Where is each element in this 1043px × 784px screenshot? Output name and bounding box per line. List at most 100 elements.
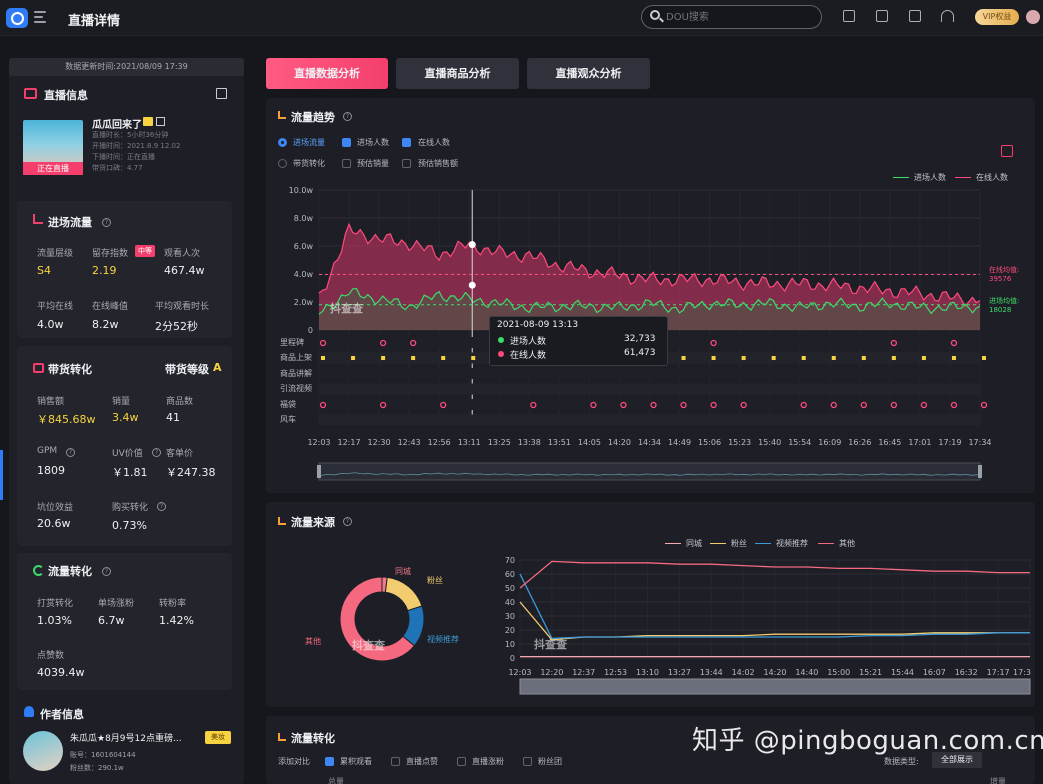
search-input[interactable] [666,10,816,24]
document-icon[interactable] [909,10,921,22]
tab-live-data[interactable]: 直播数据分析 [266,58,388,89]
check-likes[interactable] [391,757,400,766]
check-fanclub[interactable] [523,757,532,766]
help-icon[interactable]: ? [66,448,75,457]
goods-level-label: 带货等级 [165,363,209,376]
author-fans: 粉丝数：290.1w [70,764,124,772]
help-icon[interactable]: ? [343,112,352,121]
x-tick-label: 12:37 [572,668,595,677]
radio-goods[interactable] [278,159,287,168]
tooltip-entry-label: 进场人数 [510,337,547,347]
metric-label: 转粉率 [159,599,187,609]
event-marker [381,356,386,360]
help-icon[interactable]: ? [343,517,352,526]
bag-icon[interactable] [843,10,855,22]
metric-value: ￥1.81 [112,466,148,479]
metric-value: 3.4w [112,411,139,424]
qrcode-icon[interactable] [156,117,165,126]
x-tick-label: 17:17 [987,668,1010,677]
bar-chart-icon [278,111,286,119]
tab-live-goods[interactable]: 直播商品分析 [396,58,519,89]
cart-icon [143,117,153,126]
x-tick-label: 12:17 [338,438,361,447]
metric-label: 单场涨粉 [98,599,135,609]
vip-badge[interactable]: VIP权益 [975,9,1019,25]
metric-value: ￥247.38 [166,466,216,479]
event-row-band [319,368,980,379]
check-revenue-label[interactable]: 预估销售额 [418,158,458,169]
metric-label: 点赞数 [37,651,65,661]
check-sales[interactable] [342,159,351,168]
help-icon[interactable]: ? [102,567,111,576]
y-tick-label: 8.0w [294,214,314,223]
y-tick-label: 0 [308,326,313,335]
video-icon [24,88,37,99]
x-tick-label: 15:54 [788,438,811,447]
radio-traffic[interactable] [278,138,287,147]
export-icon[interactable] [1001,145,1013,157]
y-tick-label: 60 [505,570,515,579]
metric-value: 20.6w [37,517,71,530]
help-icon[interactable]: ? [157,502,166,511]
check-fanclub-label[interactable]: 粉丝团 [538,756,562,767]
metric-label: 在线峰值 [92,302,129,312]
check-likes-label[interactable]: 直播点赞 [406,756,438,767]
x-tick-label: 13:10 [636,668,659,677]
check-follows[interactable] [457,757,466,766]
printer-icon[interactable] [876,10,888,22]
check-online[interactable] [402,138,411,147]
overlay-watermark: 知乎 @pingboguan.com.cn [692,726,1043,756]
tooltip-time: 2021-08-09 13:13 [497,320,579,330]
headset-icon[interactable] [941,10,954,22]
radio-goods-label[interactable]: 带货转化 [293,158,325,169]
check-sales-label[interactable]: 预估销量 [357,158,389,169]
check-cumulative[interactable] [325,757,334,766]
check-cumulative-label[interactable]: 累积观看 [340,756,372,767]
check-follows-label[interactable]: 直播涨粉 [472,756,504,767]
avatar[interactable] [1026,10,1040,24]
event-marker [351,356,356,360]
author-avatar[interactable] [23,731,63,771]
x-tick-label: 13:51 [548,438,571,447]
source-line-chart[interactable]: 70 60 50 40 30 20 10 0 12:03 12:20 12:37 12:53 13:10… [498,548,1035,700]
source-pie-chart[interactable] [290,545,490,705]
metric-label: 流量层级 [37,249,74,259]
event-marker [891,356,896,360]
event-marker [831,356,836,360]
pie-label-local: 同城 [395,567,411,576]
help-icon[interactable]: ? [102,218,111,227]
metric-label: 商品数 [166,397,194,407]
check-entry[interactable] [342,138,351,147]
y-tick-label: 70 [505,556,515,565]
streamer-name[interactable]: 瓜瓜回来了 [92,116,142,131]
radio-traffic-label[interactable]: 进场流量 [293,137,325,148]
legend-swatch [665,543,681,544]
avg-entry: 进场均值: 18028 [989,297,1019,315]
metric-label: 坑位效益 [37,503,74,513]
x-tick-label: 16:09 [818,438,841,447]
app-logo-icon[interactable] [6,8,28,28]
check-online-label[interactable]: 在线人数 [418,137,450,148]
metric-value: 6.7w [98,614,125,627]
x-tick-label: 16:07 [923,668,946,677]
tab-live-audience[interactable]: 直播观众分析 [527,58,650,89]
menu-icon[interactable] [34,10,50,24]
x-tick-label: 14:05 [578,438,601,447]
external-link-icon[interactable] [216,88,227,99]
author-name[interactable]: 朱瓜瓜★8月9号12点重磅... [70,731,182,744]
zoom-handle-right [978,465,982,478]
check-entry-label[interactable]: 进场人数 [357,137,389,148]
y-tick-label: 50 [505,584,515,593]
pie-label-fans: 粉丝 [427,576,443,585]
y-tick-label: 20 [505,626,515,635]
x-tick-label: 16:32 [955,668,978,677]
metric-label: 客单价 [166,449,194,459]
x-tick-label: 14:20 [763,668,786,677]
pie-label-other: 其他 [305,637,321,646]
event-label: 引流视频 [280,384,312,393]
check-revenue[interactable] [402,159,411,168]
crosshair-entry-point [468,281,476,289]
help-icon[interactable]: ? [152,448,161,457]
avg-online: 在线均值: 39576 [989,266,1019,284]
metric-value: S4 [37,264,51,277]
